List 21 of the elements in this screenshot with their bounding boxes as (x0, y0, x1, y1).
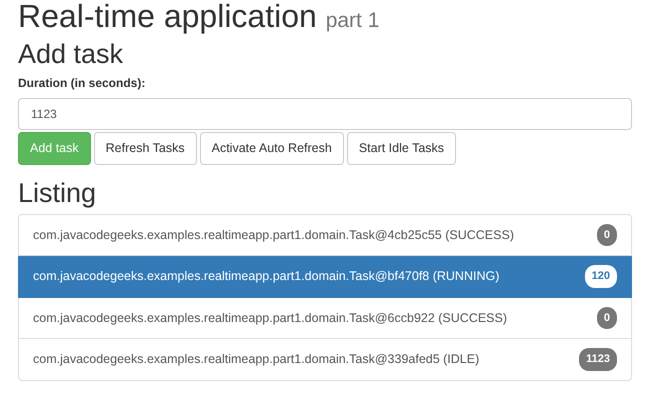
field-label: Duration (in seconds): (18, 75, 146, 92)
task-list-item[interactable]: com.javacodegeeks.examples.realtimeapp.part1.domain.Task@6ccb922 (SUCCESS) 0 (18, 298, 632, 340)
task-name: com.javacodegeeks.examples.realtimeapp.part1.domain.Task@339afed5 (IDLE) (33, 351, 480, 368)
action-button[interactable]: Refresh Tasks (94, 132, 197, 166)
count-badge: 0 (596, 224, 617, 246)
task-name: com.javacodegeeks.examples.realtimeapp.part1.domain.Task@6ccb922 (SUCCESS) (33, 310, 508, 327)
action-button[interactable]: Start Idle Tasks (346, 132, 456, 166)
section-heading: Add task (18, 40, 124, 70)
task-name: com.javacodegeeks.examples.realtimeapp.part1.domain.Task@4cb25c55 (SUCCESS) (33, 226, 514, 244)
count-badge: 120 (584, 265, 617, 288)
count-badge: 1123 (579, 348, 617, 371)
count-badge: 0 (596, 306, 617, 330)
task-list-item[interactable]: com.javacodegeeks.examples.realtimeapp.part1.domain.Task@339afed5 (IDLE) 1123 (18, 339, 632, 381)
task-list-item[interactable]: com.javacodegeeks.examples.realtimeapp.part1.domain.Task@4cb25c55 (SUCCESS) 0 (18, 214, 632, 256)
action-button[interactable]: Activate Auto Refresh (200, 132, 344, 166)
duration-field[interactable]: 1123 (18, 98, 632, 130)
task-name: com.javacodegeeks.examples.realtimeapp.part1.domain.Task@bf470f8 (RUNNING) (33, 268, 500, 286)
section-heading: Listing (18, 179, 98, 209)
page-subtitle: part 1 (326, 9, 380, 32)
task-list-item[interactable]: com.javacodegeeks.examples.realtimeapp.part1.domain.Task@bf470f8 (RUNNING) 120 (18, 256, 632, 298)
page-title: Real-time application (18, 0, 317, 34)
